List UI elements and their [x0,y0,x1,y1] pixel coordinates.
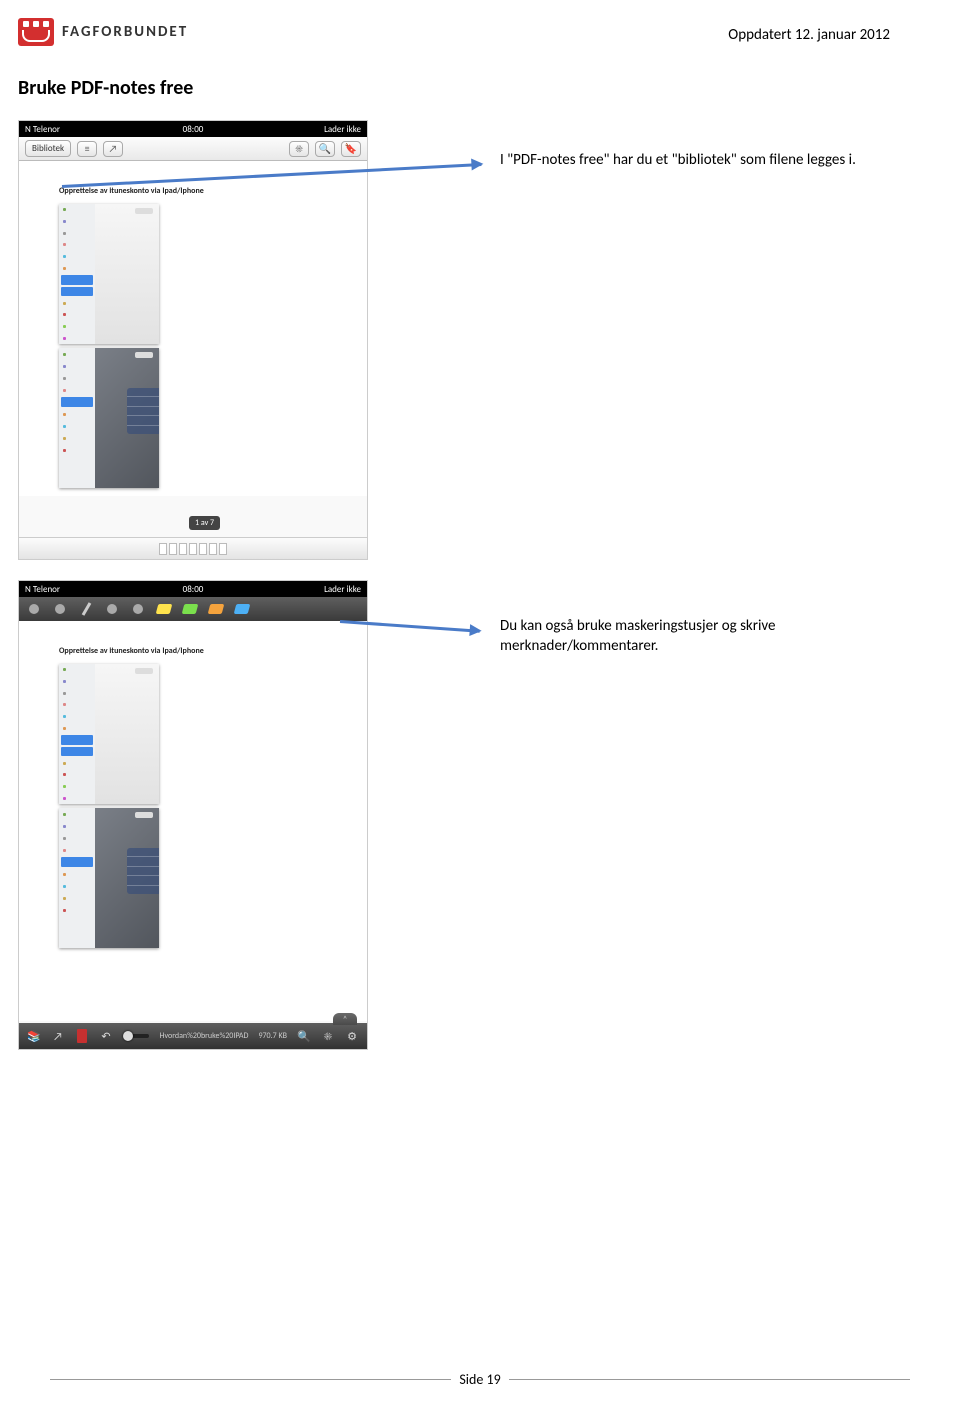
file-name-label: Hvordan%20bruke%20IPAD [159,1031,248,1041]
redo-icon[interactable] [51,601,69,617]
battery-status: Lader ikke [324,584,361,595]
thumbnail-strip[interactable] [19,537,367,559]
page-thumbnail-2[interactable] [59,808,159,948]
updated-date: Oppdatert 12. januar 2012 [728,26,890,44]
battery-status: Lader ikke [324,124,361,135]
document-title: Opprettelse av ituneskonto via Ipad/Ipho… [19,621,367,660]
callout-text-2: Du kan også bruke maskeringstusjer og sk… [500,616,860,657]
page-thumbnail-1[interactable] [59,204,159,344]
search-icon[interactable]: 🔍 [297,1029,311,1043]
expand-up-icon[interactable]: ˄ [333,1013,357,1025]
page-number: Side 19 [451,1371,508,1388]
page-thumbnail-2[interactable] [59,348,159,488]
undo-icon[interactable] [25,601,43,617]
highlighter-blue-icon[interactable] [233,601,251,617]
eraser-icon[interactable] [103,601,121,617]
bookmark-icon[interactable]: 🔖 [341,141,361,157]
text-tool-icon[interactable] [129,601,147,617]
file-size-label: 970.7 KB [258,1031,287,1041]
page-title: Bruke PDF-notes free [18,76,960,100]
document-area: Opprettelse av ituneskonto via Ipad/Ipho… [19,621,367,1021]
settings-gear-icon[interactable]: ⚙ [345,1029,359,1043]
pen-tool-icon[interactable] [77,601,95,617]
books-icon[interactable]: 📚 [27,1029,41,1043]
page-indicator: 1 av 7 [189,516,220,530]
brightness-icon[interactable]: ☀ [289,141,309,157]
clock-label: 08:00 [183,124,204,135]
brand-name: FAGFORBUNDET [62,23,188,41]
clock-label: 08:00 [183,584,204,595]
carrier-label: N Telenor [25,584,60,595]
callout-text-1: I "PDF-notes free" har du et "bibliotek"… [500,150,856,170]
screenshot-annotation: N Telenor 08:00 Lader ikke Opprettelse a… [18,580,368,1050]
fagforbundet-icon [18,18,54,46]
ios-status-bar: N Telenor 08:00 Lader ikke [19,581,367,597]
library-toolbar: Bibliotek ≡ ↗ ☀ 🔍 🔖 [19,137,367,161]
library-button[interactable]: Bibliotek [25,140,71,157]
share-icon[interactable]: ↗ [103,141,123,157]
brand-logo: FAGFORBUNDET [18,18,188,46]
highlighter-orange-icon[interactable] [207,601,225,617]
progress-slider[interactable] [123,1034,149,1038]
popup-menu [127,848,159,894]
reader-bottom-bar: ˄ 📚 ↗ ↶ Hvordan%20bruke%20IPAD 970.7 KB … [19,1023,367,1049]
highlighter-yellow-icon[interactable] [155,601,173,617]
highlighter-green-icon[interactable] [181,601,199,617]
annotation-toolbar [19,597,367,621]
page-header: FAGFORBUNDET Oppdatert 12. januar 2012 [0,0,960,46]
ios-status-bar: N Telenor 08:00 Lader ikke [19,121,367,137]
page-footer: Side 19 [50,1371,910,1388]
search-icon[interactable]: 🔍 [315,141,335,157]
brightness-icon[interactable]: ☀ [321,1029,335,1043]
list-icon[interactable]: ≡ [77,141,97,157]
document-area: Opprettelse av ituneskonto via Ipad/Ipho… [19,161,367,496]
bookmark-flag-icon[interactable] [75,1029,89,1043]
back-icon[interactable]: ↶ [99,1029,113,1043]
share-icon[interactable]: ↗ [51,1029,65,1043]
popup-menu [127,388,159,434]
carrier-label: N Telenor [25,124,60,135]
page-thumbnail-1[interactable] [59,664,159,804]
